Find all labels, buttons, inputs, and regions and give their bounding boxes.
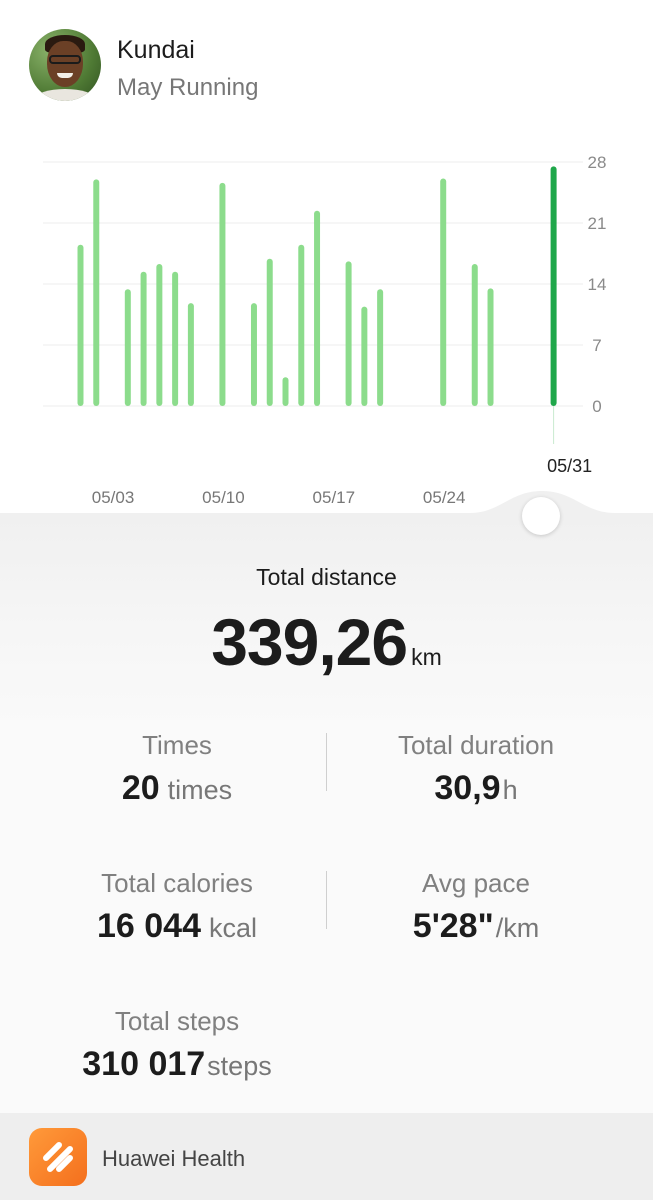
calories-value: 16 044 — [96, 907, 201, 945]
day-bar[interactable] — [250, 303, 257, 406]
calories-unit: kcal — [208, 913, 257, 943]
times-unit: times — [167, 775, 233, 805]
day-bar[interactable] — [487, 288, 494, 406]
steps-unit: steps — [207, 1051, 272, 1081]
stat-divider — [326, 733, 327, 791]
day-bar[interactable] — [156, 263, 163, 406]
day-bar[interactable] — [140, 271, 147, 406]
steps-stat: Total steps 310 017steps — [43, 1006, 311, 1084]
day-bar[interactable] — [266, 258, 273, 406]
pace-stat: Avg pace 5'28"/km — [342, 868, 610, 946]
report-subtitle: May Running — [117, 74, 259, 101]
y-tick-label: 14 — [588, 275, 607, 294]
bar-chart-svg[interactable]: 28 21 14 7 0 05/31 05/03 05/10 05/17 05/24 — [0, 130, 653, 515]
total-distance: 339,26 km — [0, 604, 653, 680]
stat-divider — [326, 871, 327, 929]
duration-label: Total duration — [397, 730, 555, 760]
selected-date-label: 05/31 — [547, 456, 592, 476]
steps-label: Total steps — [114, 1006, 240, 1036]
app-footer — [0, 1113, 653, 1200]
day-bar[interactable] — [187, 303, 194, 406]
day-bar[interactable] — [77, 244, 84, 406]
duration-unit: h — [502, 775, 518, 805]
pace-unit: /km — [495, 913, 540, 943]
day-bar[interactable] — [440, 178, 447, 406]
day-bar[interactable] — [282, 377, 289, 406]
x-tick-label: 05/17 — [313, 488, 356, 507]
duration-value: 30,9 — [434, 769, 501, 807]
x-tick-label: 05/10 — [202, 488, 245, 507]
total-distance-unit: km — [411, 644, 442, 670]
x-tick-label: 05/03 — [92, 488, 135, 507]
x-tick-label: 05/24 — [423, 488, 466, 507]
app-name[interactable]: Huawei Health — [102, 1146, 245, 1172]
date-selector-handle[interactable] — [522, 497, 560, 535]
profile-header: Kundai May Running — [0, 0, 653, 130]
selected-day-bar[interactable] — [550, 166, 557, 406]
times-stat: Times 20 times — [43, 730, 311, 808]
times-value: 20 — [121, 769, 160, 807]
pace-label: Avg pace — [422, 868, 530, 898]
total-distance-value: 339,26 — [211, 605, 408, 679]
day-bar[interactable] — [124, 289, 131, 406]
day-bar[interactable] — [298, 244, 305, 406]
avatar[interactable] — [29, 29, 101, 101]
times-label: Times — [142, 730, 212, 760]
daily-distance-chart[interactable]: 28 21 14 7 0 05/31 05/03 05/10 05/17 05/24 — [0, 130, 653, 515]
y-tick-label: 21 — [588, 214, 607, 233]
total-distance-label: Total distance — [256, 564, 397, 590]
y-tick-label: 0 — [592, 397, 601, 416]
duration-stat: Total duration 30,9h — [342, 730, 610, 808]
day-bar[interactable] — [314, 210, 321, 406]
day-bar[interactable] — [345, 261, 352, 406]
day-bar[interactable] — [172, 271, 179, 406]
huawei-health-icon[interactable] — [29, 1128, 87, 1186]
calories-stat: Total calories 16 044 kcal — [43, 868, 311, 946]
day-bar[interactable] — [93, 179, 100, 406]
day-bar[interactable] — [361, 306, 368, 406]
day-bar[interactable] — [471, 263, 478, 406]
y-tick-label: 28 — [588, 153, 607, 172]
day-bar[interactable] — [377, 289, 384, 406]
y-tick-label: 7 — [592, 336, 601, 355]
day-bar[interactable] — [219, 182, 226, 406]
calories-label: Total calories — [101, 868, 253, 898]
steps-value: 310 017 — [82, 1045, 206, 1083]
pace-value: 5'28" — [412, 907, 494, 945]
user-name: Kundai — [117, 36, 195, 64]
